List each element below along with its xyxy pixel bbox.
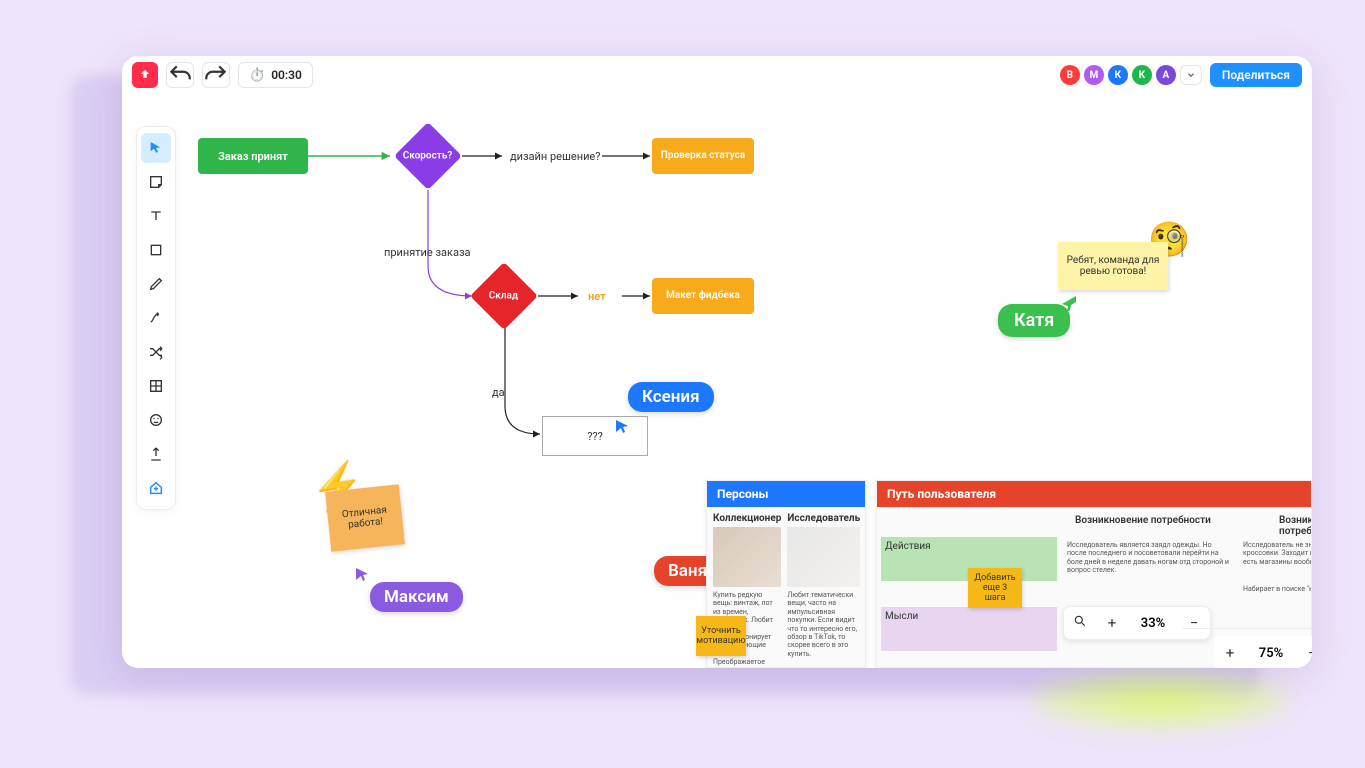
- zoom-control-inner: + 33% −: [1063, 606, 1211, 640]
- zoom-control-app: + 75% −: [1214, 636, 1312, 668]
- cursor-tag-maxim: Максим: [370, 582, 463, 612]
- edge-label-yes: да: [492, 386, 505, 399]
- journey-cell: Исследователь является заядл одежды. Но …: [1063, 537, 1233, 603]
- persona-image: [713, 527, 781, 587]
- zoom-in-button[interactable]: +: [1096, 614, 1128, 632]
- journey-col-header: Возникновение потребности: [1279, 515, 1312, 537]
- flow-node-decision-stock[interactable]: Склад: [470, 262, 538, 330]
- zoom-out-button[interactable]: −: [1296, 644, 1312, 662]
- zoom-in-button[interactable]: +: [1214, 644, 1246, 662]
- journey-col-header: Возникновение потребности: [1075, 515, 1211, 526]
- cursor-pointer-icon: [354, 566, 370, 582]
- cursor-tag-ksenia: Ксения: [628, 382, 714, 412]
- sticky-add-steps[interactable]: Добавить еще 3 шага: [968, 568, 1022, 608]
- sticky-clarify[interactable]: Уточнить мотивацию: [696, 616, 746, 656]
- flow-node-feedback[interactable]: Макет фидбека: [652, 278, 754, 314]
- flow-node-decision-speed[interactable]: Скорость?: [394, 122, 462, 190]
- persona-title: Исследователь: [787, 513, 860, 524]
- panel-journey-header: Путь пользователя: [877, 481, 1311, 507]
- zoom-out-button[interactable]: −: [1178, 614, 1210, 632]
- persona-image: [787, 527, 860, 587]
- persona-col: Исследователь Любит тематически вещи, ча…: [787, 513, 860, 668]
- flow-node-start[interactable]: Заказ принят: [198, 138, 308, 174]
- sticky-team-ready[interactable]: Ребят, команда для ревью готова!: [1058, 242, 1168, 290]
- decision-label: Скорость?: [403, 151, 453, 162]
- panel-personas-header: Персоны: [707, 481, 865, 507]
- flow-node-unknown[interactable]: ???: [542, 416, 648, 456]
- app-window: ⏱️ 00:30 В М К К А Поделиться: [122, 56, 1312, 668]
- row-label: Мысли: [885, 611, 1053, 623]
- zoom-value: 33%: [1128, 616, 1178, 631]
- journey-row-thoughts: Мысли: [881, 607, 1057, 651]
- sticky-great-job[interactable]: Отличная работа!: [325, 484, 405, 551]
- persona-text: Любит тематически вещи, часто на импульс…: [787, 591, 860, 658]
- edge-label-accept: принятие заказа: [384, 246, 471, 259]
- edge-label-no: нет: [588, 290, 606, 303]
- zoom-search-button[interactable]: [1064, 614, 1096, 632]
- journey-cell: Набирает в поиске "кр: [1239, 581, 1312, 595]
- journey-cell: Исследователь не зна кроссовки. Заходит …: [1239, 537, 1312, 573]
- edge-label-design: дизайн решение?: [510, 150, 600, 163]
- divider: [1182, 628, 1312, 629]
- zoom-value: 75%: [1246, 646, 1296, 661]
- decorative-glow: [1030, 670, 1290, 730]
- cursor-tag-katya: Катя: [998, 304, 1070, 337]
- row-label: Действия: [885, 541, 1053, 553]
- flow-node-check-status[interactable]: Проверка статуса: [652, 138, 754, 174]
- canvas[interactable]: Заказ принят Скорость? дизайн решение? П…: [122, 56, 1312, 668]
- persona-title: Коллекционер: [713, 513, 781, 524]
- cursor-pointer-icon: [614, 418, 630, 434]
- decision-label: Склад: [489, 291, 518, 302]
- search-icon: [1073, 614, 1087, 628]
